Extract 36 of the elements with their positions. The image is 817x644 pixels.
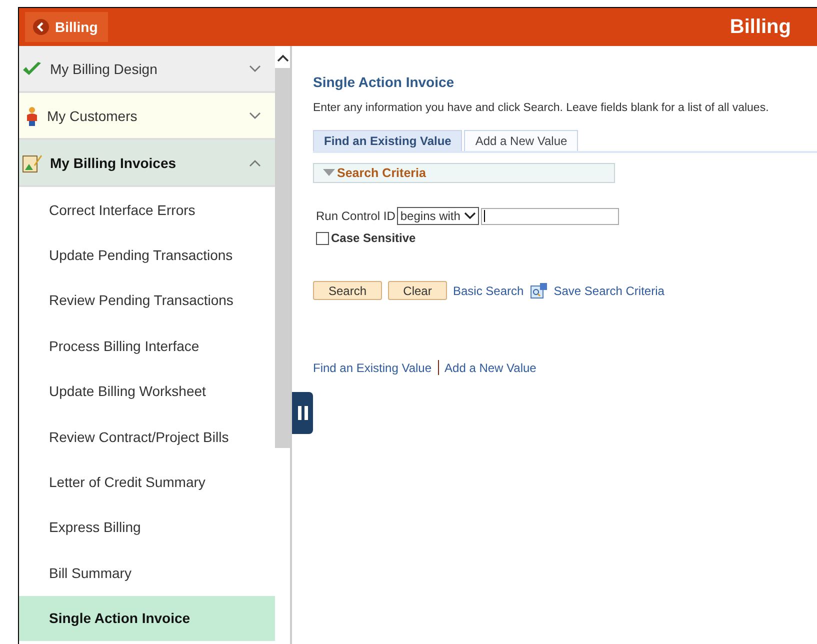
splitter-handle[interactable] <box>292 392 313 434</box>
find-existing-link[interactable]: Find an Existing Value <box>313 360 432 374</box>
person-icon <box>25 106 39 126</box>
tab[interactable]: Find an Existing Value <box>313 130 462 151</box>
add-new-link[interactable]: Add a New Value <box>444 360 536 374</box>
page-title: Billing <box>730 16 791 38</box>
instructions-text: Enter any information you have and click Search. Leave fields blank for a list of all values. <box>313 102 770 114</box>
menu-group[interactable]: My Customers <box>19 93 275 140</box>
pause-bars-icon <box>296 405 308 421</box>
save-search-link[interactable]: Save Search Criteria <box>554 284 664 298</box>
checkbox[interactable] <box>316 232 329 244</box>
action-button[interactable]: Clear <box>388 281 447 300</box>
section-title: Search Criteria <box>337 166 426 180</box>
menu-group[interactable]: My Billing Design <box>19 46 275 93</box>
basic-search-link[interactable]: Basic Search <box>453 284 524 298</box>
checkbox-label: Case Sensitive <box>331 231 416 245</box>
checkmark-icon <box>22 60 42 76</box>
save-search-icon[interactable] <box>530 282 548 300</box>
menu-item[interactable]: Single Action Invoice <box>19 596 275 641</box>
chevron-up-icon <box>249 158 261 166</box>
collapse-triangle-icon <box>323 169 335 177</box>
menu-group[interactable]: My Billing Invoices <box>19 140 275 187</box>
scroll-up-icon[interactable] <box>276 54 288 62</box>
action-button[interactable]: Search <box>313 281 382 300</box>
chevron-down-icon <box>249 112 261 120</box>
tab[interactable]: Add a New Value <box>464 130 578 151</box>
chevron-down-icon <box>249 64 261 72</box>
dropdown-caret-icon <box>464 212 476 220</box>
back-icon <box>33 19 49 35</box>
operator-dropdown[interactable]: begins with <box>397 207 480 225</box>
section-header[interactable]: Search Criteria <box>313 163 615 183</box>
field-label: Run Control ID <box>316 209 396 223</box>
clipboard-icon <box>22 152 42 172</box>
run-control-input[interactable] <box>481 208 620 224</box>
back-button[interactable]: Billing <box>25 12 108 42</box>
content-title: Single Action Invoice <box>313 74 456 90</box>
